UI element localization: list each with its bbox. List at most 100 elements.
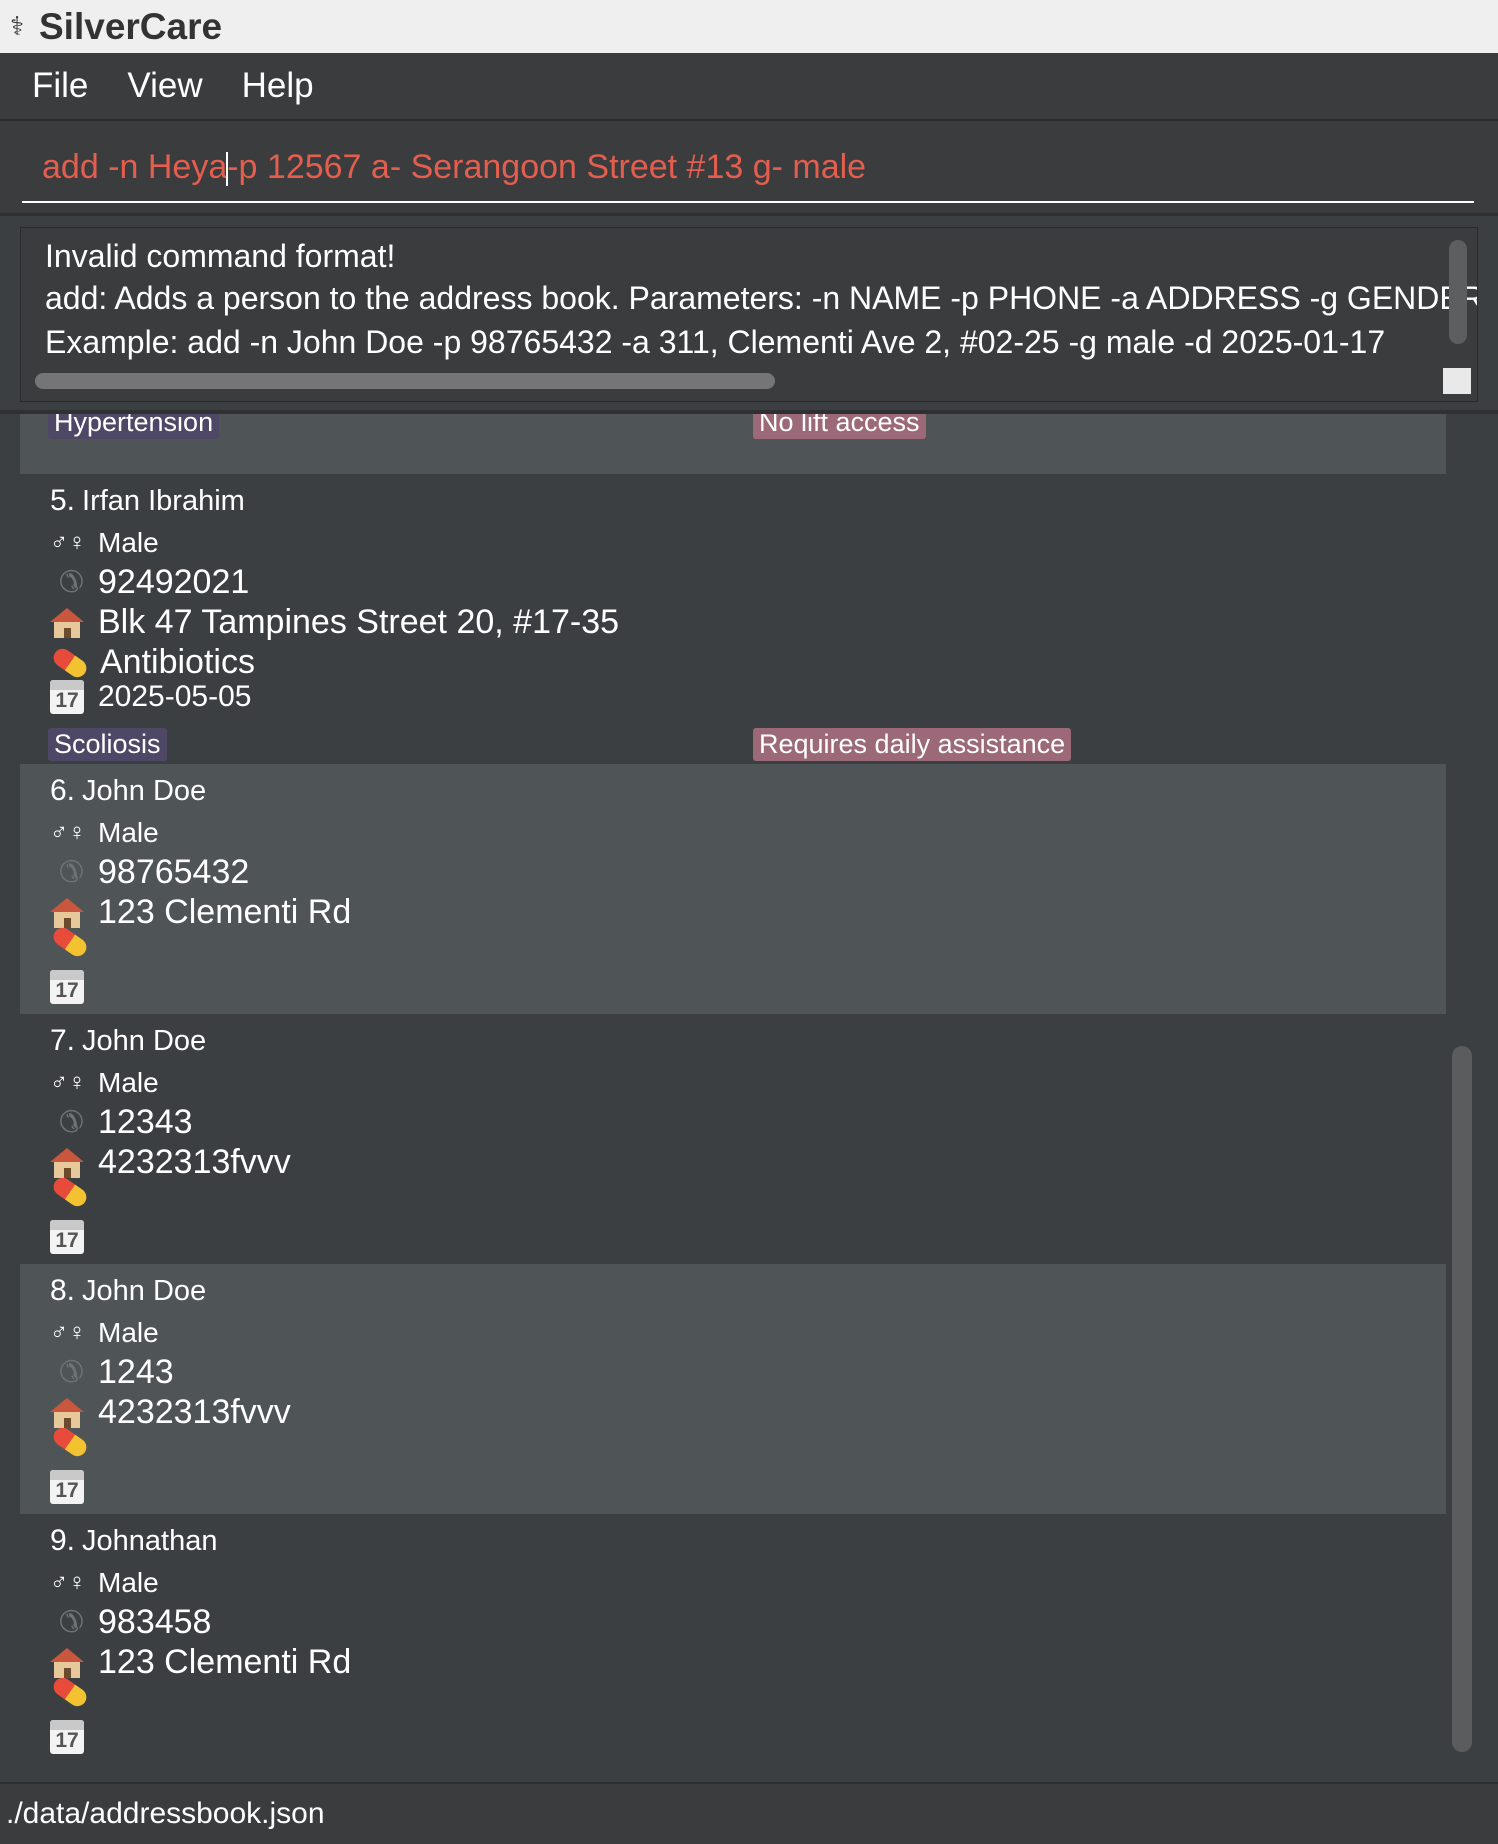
phone-value: 1243 [98, 1353, 174, 1391]
calendar-day: 17 [55, 979, 79, 1002]
gender-value: Male [98, 817, 159, 848]
calendar-icon: 17 [50, 1220, 84, 1254]
address-row: 123 Clementi Rd [50, 1643, 351, 1682]
gender-icon: ♂♀ [50, 529, 86, 556]
phone-row: ✆ 1243 [50, 1353, 174, 1392]
calendar-day: 17 [55, 1479, 79, 1502]
house-icon [50, 1147, 84, 1178]
result-line-2: add: Adds a person to the address book. … [45, 280, 1478, 316]
address-value: 123 Clementi Rd [98, 1643, 352, 1681]
phone-row: ✆ 983458 [50, 1603, 212, 1642]
address-row: 123 Clementi Rd [50, 893, 351, 932]
gender-row: ♂♀ Male [50, 1567, 159, 1599]
medicine-row [50, 1174, 100, 1210]
gender-row: ♂♀ Male [50, 527, 159, 559]
address-value: Blk 47 Tampines Street 20, #17-35 [98, 603, 620, 641]
command-text: add -n Heya-p 12567 a- Serangoon Street … [42, 148, 866, 187]
medicine-row [50, 1424, 100, 1460]
status-bar: ./data/addressbook.json [0, 1782, 1498, 1844]
gender-icon: ♂♀ [50, 1319, 86, 1346]
calendar-icon: 17 [50, 970, 84, 1004]
result-horizontal-scrollbar[interactable] [35, 373, 775, 389]
phone-icon: ✆ [58, 566, 84, 599]
date-row: 17 [50, 1220, 98, 1254]
phone-value: 92492021 [98, 563, 250, 601]
list-item[interactable]: 6. John Doe ♂♀ Male ✆ 98765432 123 Cleme… [20, 764, 1446, 1014]
address-value: 4232313fvvv [98, 1143, 291, 1181]
address-row: 4232313fvvv [50, 1143, 291, 1182]
phone-value: 983458 [98, 1603, 212, 1641]
gender-row: ♂♀ Male [50, 1317, 159, 1349]
pill-icon [50, 644, 90, 681]
result-line-3: Example: add -n John Doe -p 98765432 -a … [45, 324, 1386, 360]
scroll-corner [1443, 368, 1471, 394]
menu-file[interactable]: File [32, 66, 88, 106]
person-name-row: 5. Irfan Ibrahim [50, 484, 245, 518]
phone-icon: ✆ [58, 856, 84, 889]
date-row: 17 [50, 970, 98, 1004]
gender-icon: ♂♀ [50, 819, 86, 846]
phone-row: ✆ 12343 [50, 1103, 193, 1142]
menu-view[interactable]: View [127, 66, 202, 106]
house-icon [50, 1397, 84, 1428]
medicine-row [50, 1674, 100, 1710]
person-index: 7. [50, 1024, 76, 1057]
calendar-icon: 17 [50, 1720, 84, 1754]
gender-value: Male [98, 1567, 159, 1598]
list-item[interactable]: 7. John Doe ♂♀ Male ✆ 12343 4232313fvvv … [20, 1014, 1446, 1264]
gender-icon: ♂♀ [50, 1569, 86, 1596]
medicine-value: Antibiotics [100, 643, 255, 681]
menu-bar: File View Help [0, 53, 1498, 121]
list-item[interactable]: 9. Johnathan ♂♀ Male ✆ 983458 123 Clemen… [20, 1514, 1446, 1760]
phone-icon: ✆ [58, 1606, 84, 1639]
note-tag: No lift access [753, 414, 926, 439]
person-name: John Doe [82, 1024, 207, 1057]
address-value: 4232313fvvv [98, 1393, 291, 1431]
menu-help[interactable]: Help [242, 66, 314, 106]
person-name: John Doe [82, 774, 207, 807]
person-name: John Doe [82, 1274, 207, 1307]
list-vertical-scrollbar[interactable] [1452, 1046, 1472, 1752]
house-icon [50, 1647, 84, 1678]
person-index: 8. [50, 1274, 76, 1307]
person-name: Irfan Ibrahim [82, 484, 245, 517]
calendar-icon: 17 [50, 680, 84, 714]
person-name-row: 8. John Doe [50, 1274, 206, 1308]
result-line-1: Invalid command format! [45, 238, 396, 274]
list-item[interactable]: 5. Irfan Ibrahim ♂♀ Male ✆ 92492021 Blk … [20, 474, 1446, 761]
note-tag: Requires daily assistance [753, 728, 1072, 761]
command-input[interactable]: add -n Heya-p 12567 a- Serangoon Street … [22, 133, 1474, 203]
condition-tag: Scoliosis [48, 728, 167, 761]
result-vertical-scrollbar[interactable] [1449, 240, 1467, 344]
gender-value: Male [98, 1317, 159, 1348]
calendar-day: 17 [55, 1229, 79, 1252]
command-text-after-caret: -p 12567 a- Serangoon Street #13 g- male [227, 147, 867, 186]
gender-value: Male [98, 1067, 159, 1098]
house-icon [50, 607, 84, 638]
date-row: 17 [50, 1720, 98, 1754]
app-title: SilverCare [39, 5, 223, 47]
person-name-row: 6. John Doe [50, 774, 206, 808]
phone-icon: ✆ [58, 1106, 84, 1139]
gender-value: Male [98, 527, 159, 558]
phone-value: 98765432 [98, 853, 250, 891]
list-item[interactable]: Hypertension No lift access [20, 414, 1446, 474]
result-display[interactable]: Invalid command format! add: Adds a pers… [20, 227, 1478, 402]
person-index: 5. [50, 484, 76, 517]
address-row: 4232313fvvv [50, 1393, 291, 1432]
address-row: Blk 47 Tampines Street 20, #17-35 [50, 603, 619, 642]
medicine-row: Antibiotics [50, 643, 255, 682]
person-index: 6. [50, 774, 76, 807]
person-list[interactable]: Hypertension No lift access 5. Irfan Ibr… [20, 414, 1446, 1760]
title-bar: ⚕ SilverCare [0, 0, 1498, 53]
phone-icon: ✆ [58, 1356, 84, 1389]
list-item[interactable]: 8. John Doe ♂♀ Male ✆ 1243 4232313fvvv 1… [20, 1264, 1446, 1514]
calendar-day: 17 [55, 1729, 79, 1752]
phone-row: ✆ 92492021 [50, 563, 249, 602]
address-value: 123 Clementi Rd [98, 893, 352, 931]
data-file-path: ./data/addressbook.json [6, 1797, 325, 1830]
gender-row: ♂♀ Male [50, 1067, 159, 1099]
phone-row: ✆ 98765432 [50, 853, 249, 892]
phone-value: 12343 [98, 1103, 193, 1141]
command-text-before-caret: add -n Heya [42, 147, 228, 186]
